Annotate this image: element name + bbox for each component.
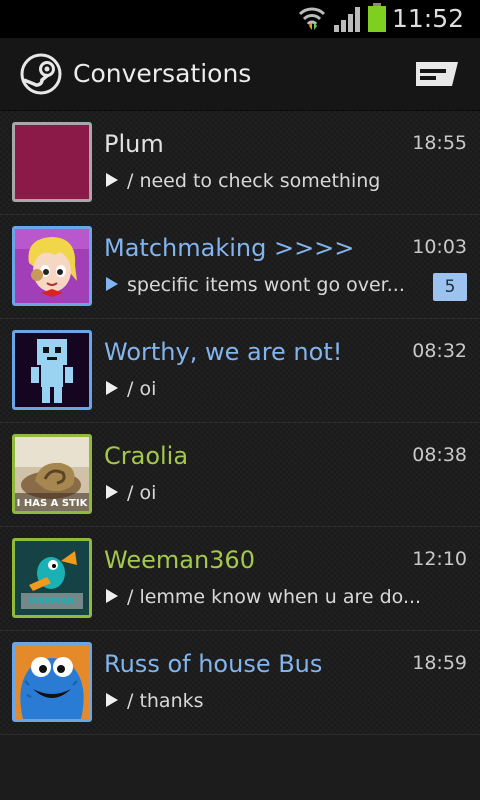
- message-preview-row: / oi: [106, 377, 156, 401]
- cookie-monster-avatar-icon: [12, 642, 92, 722]
- avatar-caption: WEEMAN: [29, 597, 75, 607]
- message-time: 10:03: [412, 236, 467, 258]
- signal-icon: [334, 7, 360, 32]
- play-icon: [106, 277, 118, 291]
- platypus-avatar-icon: WEEMAN: [12, 538, 92, 618]
- contact-name: Craolia: [104, 442, 189, 470]
- conversation-row[interactable]: Russ of house Bus 18:59 / thanks: [0, 631, 480, 735]
- contact-name: Plum: [104, 130, 164, 158]
- conversation-row[interactable]: I HAS A STIK Craolia 08:38 / oi: [0, 423, 480, 527]
- conversation-row[interactable]: Plum 18:55 / need to check something: [0, 111, 480, 215]
- steam-logo-icon[interactable]: [20, 53, 62, 95]
- message-preview: / oi: [127, 482, 157, 504]
- conversation-row[interactable]: WEEMAN Weeman360 12:10 / lemme know when…: [0, 527, 480, 631]
- message-preview: / lemme know when u are do...: [127, 586, 422, 608]
- cartoon-girl-avatar-icon: [12, 226, 92, 306]
- battery-icon: [368, 3, 386, 32]
- message-time: 12:10: [412, 548, 467, 570]
- message-preview-row: / lemme know when u are do...: [106, 585, 421, 609]
- message-time: 18:59: [412, 652, 467, 674]
- status-time: 11:52: [391, 4, 464, 33]
- conversation-row[interactable]: Matchmaking >>>> 10:03 specific items wo…: [0, 215, 480, 319]
- play-icon: [106, 693, 118, 707]
- wifi-icon: [298, 7, 326, 30]
- message-preview: / need to check something: [127, 170, 381, 192]
- conversation-row[interactable]: Worthy, we are not! 08:32 / oi: [0, 319, 480, 423]
- unread-count-badge: 5: [433, 273, 467, 301]
- avatar-caption: I HAS A STIK: [17, 498, 89, 509]
- message-preview-row: / need to check something: [106, 169, 380, 193]
- message-time: 18:55: [412, 132, 467, 154]
- message-preview: / thanks: [127, 690, 204, 712]
- message-time: 08:32: [412, 340, 467, 362]
- new-message-icon[interactable]: [414, 58, 460, 90]
- message-preview-row: specific items wont go over...: [106, 273, 405, 297]
- status-bar: 11:52: [0, 0, 480, 38]
- contact-name: Matchmaking >>>>: [104, 234, 355, 262]
- message-preview-row: / thanks: [106, 689, 204, 713]
- message-preview: specific items wont go over...: [127, 274, 405, 296]
- contact-name: Russ of house Bus: [104, 650, 323, 678]
- message-preview: / oi: [127, 378, 157, 400]
- play-icon: [106, 589, 118, 603]
- conversation-list: Plum 18:55 / need to check something Mat…: [0, 111, 480, 735]
- action-bar: Conversations: [0, 38, 480, 111]
- play-icon: [106, 485, 118, 499]
- plum-color-avatar-icon: [12, 122, 92, 202]
- play-icon: [106, 173, 118, 187]
- message-preview-row: / oi: [106, 481, 156, 505]
- play-icon: [106, 381, 118, 395]
- message-time: 08:38: [412, 444, 467, 466]
- page-title: Conversations: [73, 59, 252, 88]
- contact-name: Weeman360: [104, 546, 255, 574]
- pixel-robot-avatar-icon: [12, 330, 92, 410]
- snail-avatar-icon: I HAS A STIK: [12, 434, 92, 514]
- contact-name: Worthy, we are not!: [104, 338, 343, 366]
